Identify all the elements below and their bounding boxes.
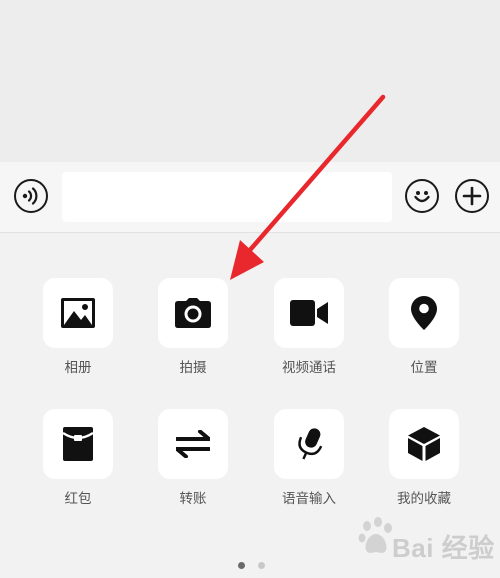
transfer-arrows-icon (176, 430, 210, 458)
more-functions-panel: 相册 拍摄 视频通话 位置 红包 转账 语音输入 我的收藏 (0, 233, 500, 578)
page-indicator-dot[interactable] (258, 562, 265, 569)
transfer-tile[interactable] (158, 409, 228, 479)
voice-input-tile[interactable] (274, 409, 344, 479)
voice-toggle-button[interactable] (14, 179, 48, 213)
album-label: 相册 (64, 360, 92, 375)
camera-icon (175, 298, 211, 328)
smiley-face-icon (414, 191, 430, 203)
transfer-label: 转账 (179, 491, 207, 506)
video-camera-icon (290, 300, 328, 326)
chat-history-area (0, 0, 500, 163)
red-packet-label: 红包 (64, 491, 92, 506)
voice-waves-icon (22, 187, 38, 205)
red-envelope-icon (63, 427, 93, 461)
location-pin-icon (411, 296, 437, 330)
voice-input-label: 语音输入 (282, 491, 336, 506)
camera-tile[interactable] (158, 278, 228, 348)
microphone-icon (298, 428, 323, 460)
location-tile[interactable] (389, 278, 459, 348)
favorites-cube-icon (408, 427, 440, 461)
chat-input-bar (0, 162, 500, 233)
red-packet-tile[interactable] (43, 409, 113, 479)
album-tile[interactable] (43, 278, 113, 348)
more-functions-button[interactable] (455, 179, 489, 213)
plus-icon (462, 186, 482, 206)
message-input[interactable] (62, 172, 392, 222)
page-indicator-dot-active (238, 562, 245, 569)
emoji-button[interactable] (405, 179, 439, 213)
location-label: 位置 (410, 360, 438, 375)
video-call-label: 视频通话 (282, 360, 336, 375)
favorites-tile[interactable] (389, 409, 459, 479)
favorites-label: 我的收藏 (397, 491, 451, 506)
photo-album-icon (61, 298, 95, 328)
video-call-tile[interactable] (274, 278, 344, 348)
camera-label: 拍摄 (179, 360, 207, 375)
